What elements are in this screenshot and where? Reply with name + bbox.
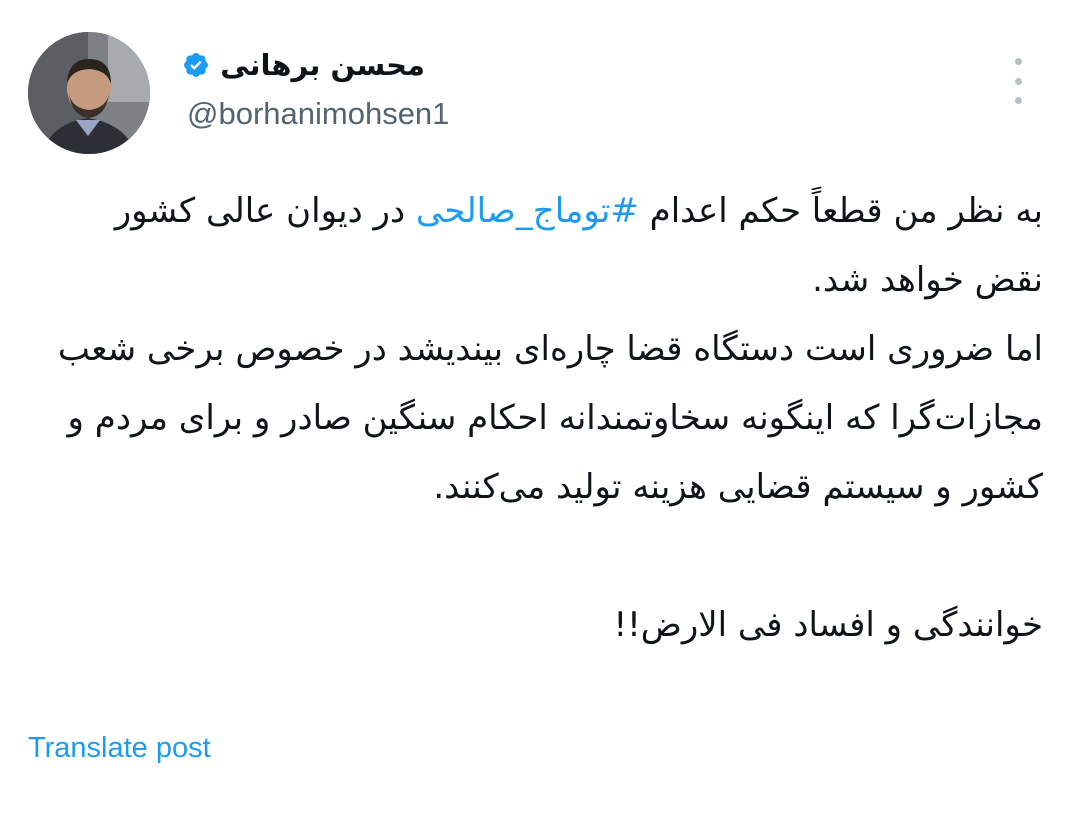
avatar-photo <box>28 32 150 154</box>
author-name-row[interactable]: محسن برهانی <box>182 48 425 82</box>
verified-badge-icon <box>184 53 209 77</box>
more-options-icon[interactable] <box>1006 58 1030 104</box>
more-dot <box>1014 97 1022 104</box>
avatar[interactable] <box>28 32 150 154</box>
post-text: به نظر من قطعاً حکم اعدام #توماج_صالحی د… <box>40 177 1043 660</box>
post-paragraph-2: اما ضروری است دستگاه قضا چاره‌ای بیندیشد… <box>57 329 1043 507</box>
hashtag-link[interactable]: #توماج_صالحی <box>416 191 639 231</box>
translate-post-link[interactable]: Translate post <box>28 732 211 765</box>
more-dot <box>1014 77 1022 85</box>
more-dot <box>1014 58 1022 65</box>
author-handle[interactable]: @borhanimohsen1 <box>187 96 449 132</box>
post-paragraph-3: خوانندگی و افساد فی الارض!! <box>613 605 1043 645</box>
author-display-name[interactable]: محسن برهانی <box>220 48 425 82</box>
post-text-segment: به نظر من قطعاً حکم اعدام <box>649 191 1043 231</box>
post-header: محسن برهانی @borhanimohsen1 <box>180 40 510 140</box>
post-paragraph-1: به نظر من قطعاً حکم اعدام #توماج_صالحی د… <box>40 177 1043 315</box>
